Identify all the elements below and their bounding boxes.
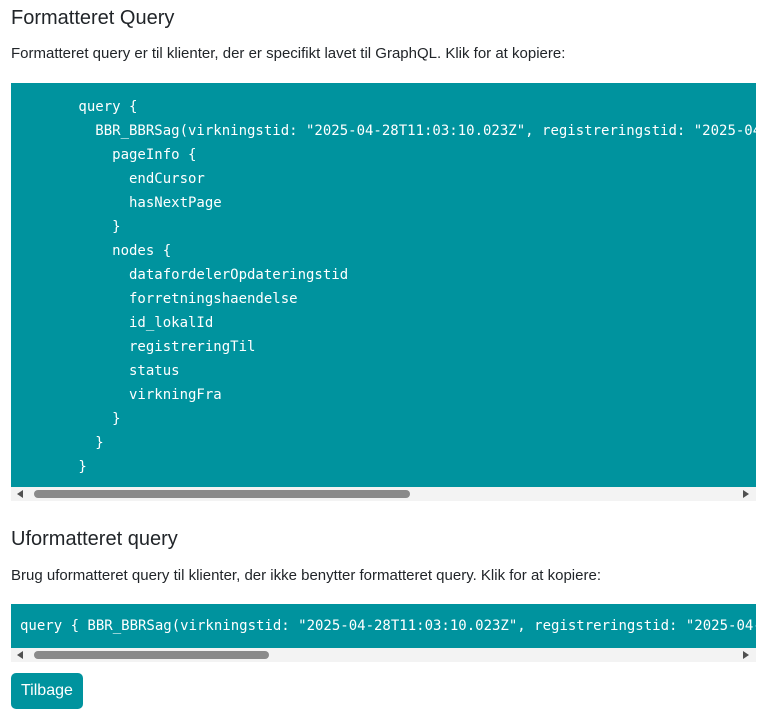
code-line: id_lokalId bbox=[11, 315, 214, 331]
formatted-query-code[interactable]: query { BBR_BBRSag(virkningstid: "2025-0… bbox=[11, 83, 756, 487]
unformatted-query-container: query { BBR_BBRSag(virkningstid: "2025-0… bbox=[11, 604, 756, 662]
unformatted-query-description: Brug uformatteret query til klienter, de… bbox=[11, 567, 601, 584]
code-line: endCursor bbox=[11, 171, 205, 187]
code-line: pageInfo { bbox=[11, 147, 197, 163]
scroll-right-arrow-icon[interactable] bbox=[743, 490, 749, 498]
code-line: status bbox=[11, 363, 180, 379]
code-line: } bbox=[11, 411, 121, 427]
code-line: } bbox=[11, 459, 87, 475]
scroll-left-arrow-icon[interactable] bbox=[17, 651, 23, 659]
code-line: } bbox=[11, 219, 121, 235]
code-line: forretningshaendelse bbox=[11, 291, 298, 307]
code-line: datafordelerOpdateringstid bbox=[11, 267, 349, 283]
code-line: registreringTil bbox=[11, 339, 256, 355]
scroll-left-arrow-icon[interactable] bbox=[17, 490, 23, 498]
back-button[interactable]: Tilbage bbox=[11, 673, 83, 709]
code-line: nodes { bbox=[11, 243, 172, 259]
formatted-query-description: Formatteret query er til klienter, der e… bbox=[11, 45, 566, 62]
formatted-query-title: Formatteret Query bbox=[11, 7, 175, 29]
formatted-query-container: query { BBR_BBRSag(virkningstid: "2025-0… bbox=[11, 83, 756, 501]
formatted-query-scrollbar[interactable] bbox=[11, 487, 756, 501]
code-line: BBR_BBRSag(virkningstid: "2025-04-28T11:… bbox=[95, 123, 756, 139]
code-line: virkningFra bbox=[11, 387, 222, 403]
unformatted-query-scrollbar[interactable] bbox=[11, 648, 756, 662]
scroll-right-arrow-icon[interactable] bbox=[743, 651, 749, 659]
unformatted-query-scrollbar-thumb[interactable] bbox=[34, 651, 269, 659]
code-line: } bbox=[11, 435, 104, 451]
formatted-query-scrollbar-thumb[interactable] bbox=[34, 490, 410, 498]
unformatted-query-title: Uformatteret query bbox=[11, 528, 178, 550]
code-line: hasNextPage bbox=[11, 195, 222, 211]
unformatted-query-code[interactable]: query { BBR_BBRSag(virkningstid: "2025-0… bbox=[11, 604, 756, 648]
code-line: query { bbox=[11, 99, 138, 115]
